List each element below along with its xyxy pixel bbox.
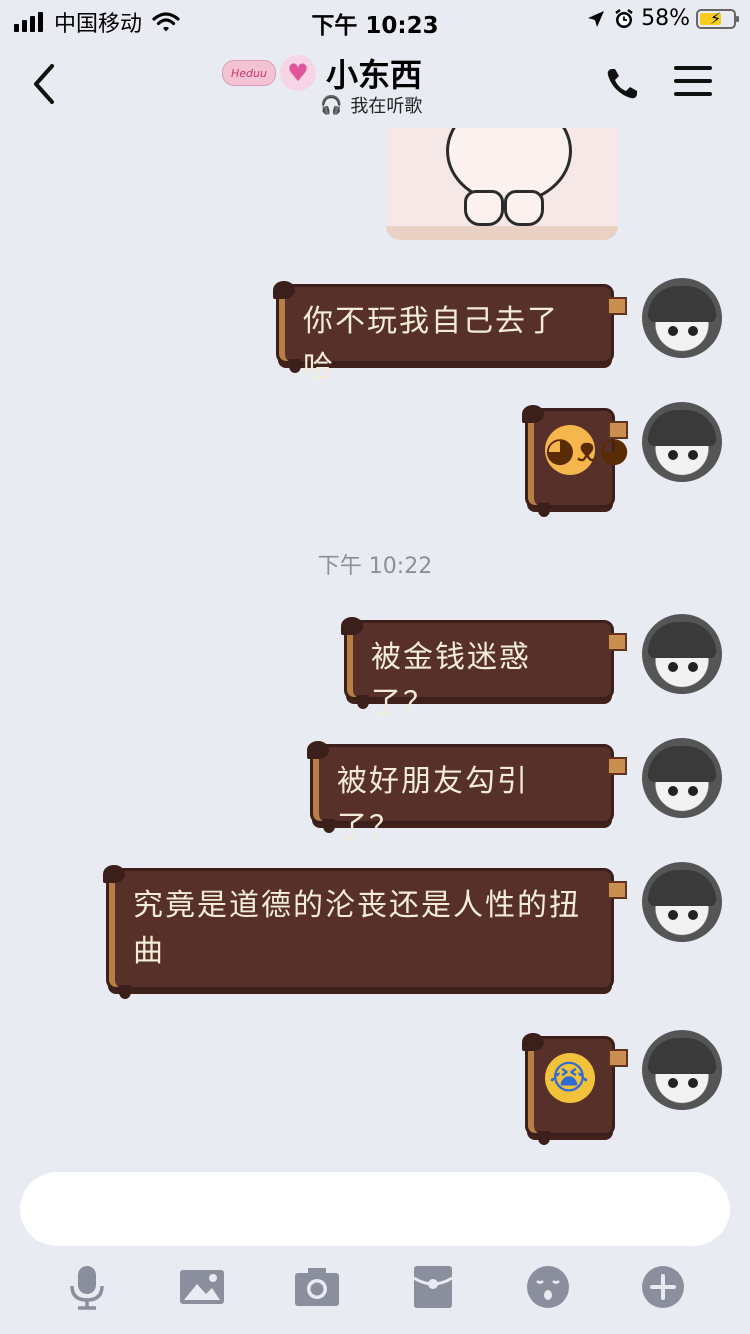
avatar[interactable] [642,862,722,942]
heart-icon: ♥ [280,55,316,91]
alarm-icon [615,8,633,28]
camera-icon[interactable] [294,1264,340,1310]
message-bubble[interactable]: ◕ᴥ◕ [522,405,629,517]
message-bubble[interactable]: 你不玩我自己去了哈 [273,281,627,385]
microphone-icon[interactable] [64,1264,110,1310]
message-bubble[interactable]: 😭 [522,1033,628,1145]
message-text: 究竟是道德的沦丧还是人性的扭曲 [133,888,581,969]
headphones-icon: 🎧 [320,94,343,116]
listening-status[interactable]: 🎧 我在听歌 [320,92,422,118]
battery-icon: ⚡ [696,8,739,29]
location-icon [588,10,605,27]
message-text: 被好朋友勾引了？ [337,764,529,845]
chat-message-list[interactable]: 你不玩我自己去了哈 ◕ᴥ◕ 下午 10:22 被金钱迷惑了？ 被好朋友勾引了？ … [0,128,750,1156]
phone-call-button[interactable] [604,66,640,102]
message-bubble[interactable]: 究竟是道德的沦丧还是人性的扭曲 [103,865,627,999]
menu-button[interactable] [674,66,712,100]
input-bar [0,1156,750,1334]
message-bubble[interactable]: 被好朋友勾引了？ [307,741,627,845]
message-bubble[interactable]: 被金钱迷惑了？ [341,617,627,721]
crying-face-icon: 😭 [545,1053,595,1103]
message-text: 你不玩我自己去了哈 [303,304,559,385]
contact-name[interactable]: 小东西 [326,50,422,96]
sticker-image-message[interactable] [386,128,618,240]
status-bar: 中国移动 下午 10:23 58% ⚡ [0,0,750,40]
avatar[interactable] [642,614,722,694]
back-button[interactable] [26,62,62,106]
decoration-badge: Heduu [222,60,276,86]
listening-status-text: 我在听歌 [350,96,423,117]
dog-face-icon: ◕ᴥ◕ [545,425,629,475]
red-packet-icon[interactable] [410,1264,456,1310]
avatar[interactable] [642,402,722,482]
plus-icon[interactable] [640,1264,686,1310]
message-timestamp: 下午 10:22 [317,554,433,579]
avatar[interactable] [642,738,722,818]
emoji-icon[interactable] [525,1264,571,1310]
message-input[interactable] [20,1172,730,1246]
avatar[interactable] [642,278,722,358]
message-text: 被金钱迷惑了？ [371,640,531,721]
battery-percentage: 58% [641,6,690,31]
avatar[interactable] [642,1030,722,1110]
image-icon[interactable] [179,1264,225,1310]
chat-header: Heduu ♥ 小东西 🎧 我在听歌 [0,40,750,128]
